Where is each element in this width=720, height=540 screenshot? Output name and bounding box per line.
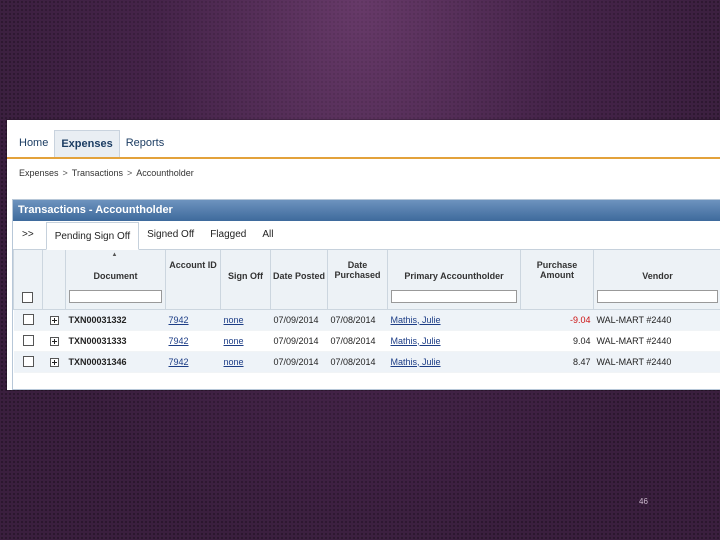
table-row[interactable]: TXN00031332 7942 none 07/09/2014 07/08/2…	[13, 309, 720, 331]
row-account-id-cell: 7942	[165, 309, 221, 331]
tab-expand-toggle[interactable]: >>	[13, 221, 46, 249]
breadcrumb-transactions[interactable]: Transactions	[72, 159, 123, 188]
transactions-table: ▲ Document Account ID Sign Off Date Post…	[13, 250, 720, 373]
row-document: TXN00031332	[65, 309, 166, 331]
slide-number: 46	[639, 497, 648, 506]
row-document: TXN00031333	[65, 330, 166, 352]
transactions-panel: Transactions - Accountholder >> Pending …	[12, 199, 720, 390]
row-amount: 9.04	[520, 330, 594, 352]
plus-box-icon[interactable]	[49, 315, 59, 325]
row-account-id-link[interactable]: 7942	[169, 357, 189, 367]
row-sign-off-link[interactable]: none	[224, 336, 244, 346]
header-date-purchased[interactable]: Date Purchased	[327, 250, 388, 310]
nav-reports[interactable]: Reports	[120, 130, 171, 157]
row-accountholder-cell: Mathis, Julie	[387, 330, 521, 352]
header-select-all	[13, 250, 43, 310]
header-row: ▲ Document Account ID Sign Off Date Post…	[13, 250, 720, 310]
header-account-id-label: Account ID	[169, 260, 217, 270]
row-account-id-cell: 7942	[165, 351, 221, 373]
header-document[interactable]: ▲ Document	[65, 250, 166, 310]
header-sign-off[interactable]: Sign Off	[220, 250, 271, 310]
header-expand	[42, 250, 66, 310]
row-sign-off-cell: none	[220, 309, 271, 331]
row-account-id-link[interactable]: 7942	[169, 336, 189, 346]
tab-signed-off[interactable]: Signed Off	[139, 221, 202, 249]
row-date-posted: 07/09/2014	[270, 351, 328, 373]
row-date-posted: 07/09/2014	[270, 330, 328, 352]
row-expand-cell	[42, 309, 66, 331]
row-checkbox[interactable]	[22, 335, 34, 347]
row-sign-off-cell: none	[220, 330, 271, 352]
row-date-purchased: 07/08/2014	[327, 351, 388, 373]
row-expand-cell	[42, 330, 66, 352]
row-account-id-link[interactable]: 7942	[169, 315, 189, 325]
row-date-purchased: 07/08/2014	[327, 330, 388, 352]
plus-box-icon[interactable]	[49, 357, 59, 367]
header-date-posted[interactable]: Date Posted	[270, 250, 328, 310]
header-vendor-label: Vendor	[642, 271, 673, 281]
header-primary-accountholder[interactable]: Primary Accountholder	[387, 250, 521, 310]
sort-asc-icon: ▲	[111, 252, 118, 258]
breadcrumb-separator: >	[126, 168, 133, 178]
header-vendor[interactable]: Vendor	[593, 250, 720, 310]
row-sign-off-link[interactable]: none	[224, 315, 244, 325]
header-purchase-amount-label: Purchase Amount	[536, 260, 578, 280]
row-accountholder-link[interactable]: Mathis, Julie	[391, 336, 441, 346]
row-checkbox[interactable]	[22, 314, 34, 326]
row-accountholder-link[interactable]: Mathis, Julie	[391, 315, 441, 325]
nav-expenses[interactable]: Expenses	[54, 130, 120, 157]
row-amount: 8.47	[520, 351, 594, 373]
row-account-id-cell: 7942	[165, 330, 221, 352]
header-accountholder-label: Primary Accountholder	[404, 271, 504, 281]
row-select-cell	[13, 330, 43, 352]
row-date-purchased: 07/08/2014	[327, 309, 388, 331]
row-expand-cell	[42, 351, 66, 373]
row-accountholder-link[interactable]: Mathis, Julie	[391, 357, 441, 367]
breadcrumb-expenses[interactable]: Expenses	[19, 159, 59, 188]
header-account-id[interactable]: Account ID	[165, 250, 221, 310]
row-date-posted: 07/09/2014	[270, 309, 328, 331]
tab-flagged[interactable]: Flagged	[202, 221, 254, 249]
document-filter-input[interactable]	[69, 289, 162, 303]
row-select-cell	[13, 351, 43, 373]
header-date-posted-label: Date Posted	[273, 271, 326, 281]
header-sign-off-label: Sign Off	[228, 271, 263, 281]
row-vendor: WAL-MART #2440	[593, 351, 720, 373]
tab-all[interactable]: All	[254, 221, 281, 249]
vendor-filter-input[interactable]	[597, 289, 718, 303]
app-screenshot: Home Expenses Reports Expenses > Transac…	[7, 120, 720, 390]
breadcrumb: Expenses > Transactions > Accountholder	[7, 159, 720, 188]
row-sign-off-link[interactable]: none	[224, 357, 244, 367]
breadcrumb-accountholder: Accountholder	[136, 168, 194, 178]
row-sign-off-cell: none	[220, 351, 271, 373]
row-accountholder-cell: Mathis, Julie	[387, 309, 521, 331]
tab-bar: >> Pending Sign Off Signed Off Flagged A…	[13, 221, 720, 250]
row-document: TXN00031346	[65, 351, 166, 373]
row-accountholder-cell: Mathis, Julie	[387, 351, 521, 373]
header-date-purchased-label: Date Purchased	[334, 260, 381, 280]
row-checkbox[interactable]	[22, 356, 34, 368]
tab-pending-sign-off[interactable]: Pending Sign Off	[45, 222, 140, 250]
panel-title: Transactions - Accountholder	[13, 200, 720, 221]
row-vendor: WAL-MART #2440	[593, 330, 720, 352]
row-amount: -9.04	[520, 309, 594, 331]
top-navigation: Home Expenses Reports	[7, 120, 720, 159]
select-all-checkbox[interactable]	[22, 291, 33, 303]
row-vendor: WAL-MART #2440	[593, 309, 720, 331]
header-purchase-amount[interactable]: Purchase Amount	[520, 250, 594, 310]
breadcrumb-separator: >	[62, 168, 68, 178]
accountholder-filter-input[interactable]	[391, 289, 517, 303]
nav-home[interactable]: Home	[13, 130, 54, 157]
row-select-cell	[13, 309, 43, 331]
table-row[interactable]: TXN00031333 7942 none 07/09/2014 07/08/2…	[13, 330, 720, 352]
plus-box-icon[interactable]	[49, 336, 59, 346]
table-row[interactable]: TXN00031346 7942 none 07/09/2014 07/08/2…	[13, 351, 720, 373]
